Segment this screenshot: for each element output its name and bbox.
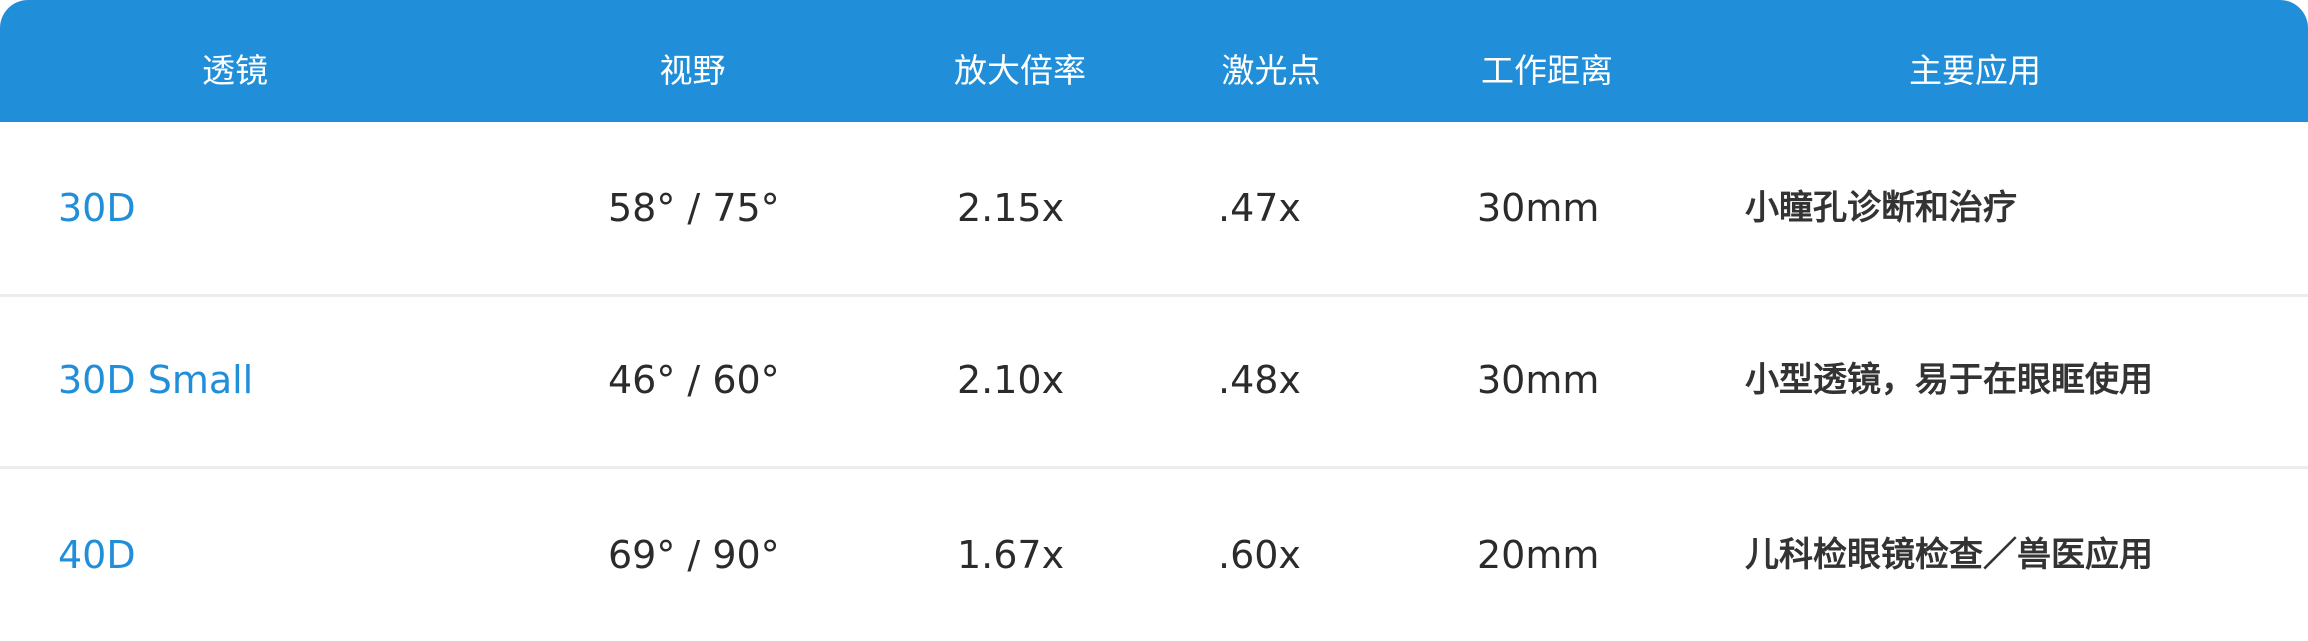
cell-field-of-view: 58° / 75° bbox=[608, 186, 780, 230]
cell-application: 儿科检眼镜检查／兽医应用 bbox=[1745, 535, 2153, 575]
header-magnification: 放大倍率 bbox=[954, 51, 1086, 90]
cell-lens: 30D bbox=[58, 186, 136, 230]
header-working-distance: 工作距离 bbox=[1481, 51, 1613, 90]
cell-laser-spot: .48x bbox=[1218, 358, 1301, 402]
cell-laser-spot: .60x bbox=[1218, 533, 1301, 577]
header-lens: 透镜 bbox=[202, 51, 268, 90]
lens-spec-table: 透镜 视野 放大倍率 激光点 工作距离 主要应用 30D 58° / 75° 2… bbox=[0, 0, 2308, 630]
cell-lens: 30D Small bbox=[58, 358, 254, 402]
cell-working-distance: 20mm bbox=[1477, 533, 1600, 577]
cell-magnification: 2.15x bbox=[957, 186, 1065, 230]
cell-magnification: 1.67x bbox=[957, 533, 1065, 577]
cell-lens: 40D bbox=[58, 533, 136, 577]
cell-laser-spot: .47x bbox=[1218, 186, 1301, 230]
table-row: 40D 69° / 90° 1.67x .60x 20mm 儿科检眼镜检查／兽医… bbox=[0, 469, 2308, 641]
cell-working-distance: 30mm bbox=[1477, 186, 1600, 230]
cell-application: 小瞳孔诊断和治疗 bbox=[1745, 188, 2017, 228]
table-row: 30D 58° / 75° 2.15x .47x 30mm 小瞳孔诊断和治疗 bbox=[0, 122, 2308, 297]
cell-field-of-view: 69° / 90° bbox=[608, 533, 780, 577]
cell-field-of-view: 46° / 60° bbox=[608, 358, 780, 402]
table-row: 30D Small 46° / 60° 2.10x .48x 30mm 小型透镜… bbox=[0, 294, 2308, 469]
table-header: 透镜 视野 放大倍率 激光点 工作距离 主要应用 bbox=[0, 0, 2308, 122]
cell-magnification: 2.10x bbox=[957, 358, 1065, 402]
header-application: 主要应用 bbox=[1909, 51, 2041, 90]
header-field-of-view: 视野 bbox=[659, 51, 726, 90]
cell-application: 小型透镜，易于在眼眶使用 bbox=[1745, 360, 2153, 400]
header-laser-spot: 激光点 bbox=[1221, 51, 1321, 90]
cell-working-distance: 30mm bbox=[1477, 358, 1600, 402]
